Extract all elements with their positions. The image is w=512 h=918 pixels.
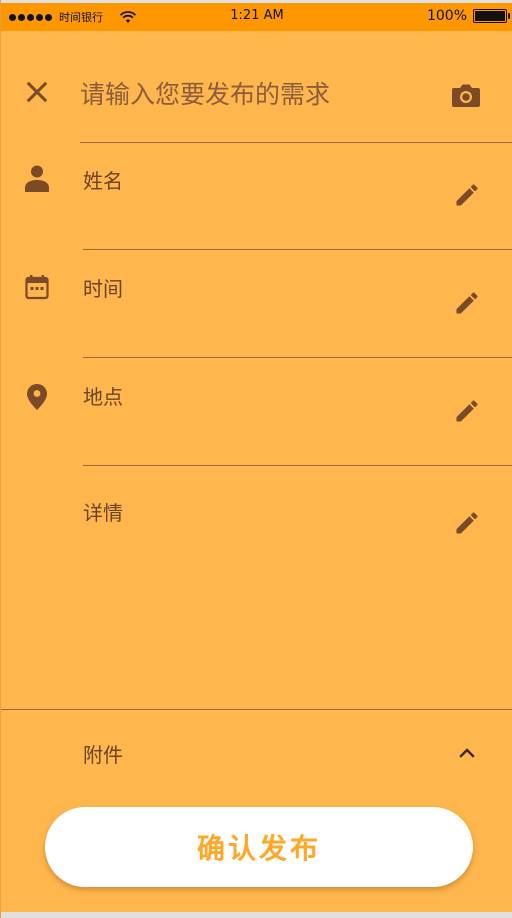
camera-icon xyxy=(452,84,480,107)
form-row-time[interactable]: 时间 xyxy=(1,251,512,359)
form-row-name[interactable]: 姓名 xyxy=(1,143,512,251)
row-divider xyxy=(83,249,512,250)
app-screen: 时间银行 1:21 AM 100% 请输入您要发布的需求 姓名 时间 地点 详情… xyxy=(0,0,512,918)
calendar-icon xyxy=(25,275,49,300)
attachments-label: 附件 xyxy=(83,743,123,767)
details-divider xyxy=(1,709,512,710)
chevron-up-icon[interactable] xyxy=(455,741,479,765)
edit-details-icon[interactable] xyxy=(453,509,481,537)
row-divider xyxy=(83,465,512,466)
row-divider xyxy=(83,357,512,358)
battery-percent: 100% xyxy=(426,8,467,24)
camera-button[interactable] xyxy=(451,82,481,110)
field-label-details: 详情 xyxy=(83,501,123,525)
edit-time-icon[interactable] xyxy=(453,289,481,317)
publish-header xyxy=(1,60,512,130)
field-label-location: 地点 xyxy=(83,385,123,409)
status-bar: 时间银行 1:21 AM 100% xyxy=(1,0,512,31)
confirm-publish-button[interactable]: 确认发布 xyxy=(45,807,473,887)
field-label-name: 姓名 xyxy=(83,169,123,193)
form-row-location[interactable]: 地点 xyxy=(1,359,512,467)
demand-title-input[interactable] xyxy=(80,76,420,112)
location-pin-icon xyxy=(27,384,47,410)
edit-name-icon[interactable] xyxy=(453,181,481,209)
field-label-time: 时间 xyxy=(83,277,123,301)
close-icon xyxy=(26,81,48,103)
person-icon xyxy=(25,165,49,192)
edit-location-icon[interactable] xyxy=(453,397,481,425)
battery-icon xyxy=(473,9,510,23)
attachments-row[interactable]: 附件 xyxy=(1,735,512,775)
bottom-edge xyxy=(1,912,512,918)
form-row-details[interactable]: 详情 xyxy=(1,467,512,707)
close-button[interactable] xyxy=(23,78,51,106)
status-right: 100% xyxy=(426,8,510,24)
